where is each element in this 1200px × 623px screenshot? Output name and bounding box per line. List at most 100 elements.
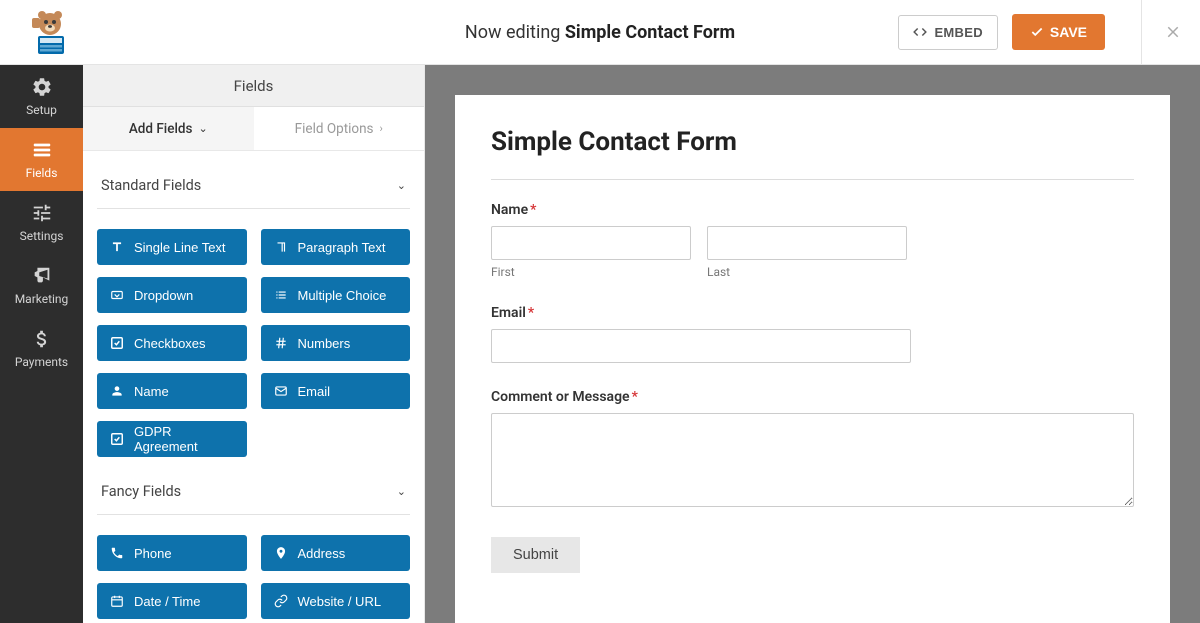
panel-header: Fields (83, 65, 424, 107)
top-bar: Now editing Simple Contact Form EMBED SA… (0, 0, 1200, 65)
link-icon (274, 594, 288, 608)
field-btn-single-line-text[interactable]: Single Line Text (97, 229, 247, 265)
tab-field-options[interactable]: Field Options › (254, 107, 425, 150)
field-label: Single Line Text (134, 240, 226, 255)
page-title: Now editing Simple Contact Form (465, 22, 735, 43)
gear-icon (31, 76, 53, 98)
field-btn-email[interactable]: Email (261, 373, 411, 409)
form-icon (31, 139, 53, 161)
save-button[interactable]: SAVE (1012, 14, 1105, 50)
nav-label: Payments (15, 355, 68, 369)
field-btn-address[interactable]: Address (261, 535, 411, 571)
last-sublabel: Last (707, 265, 907, 279)
form-name: Simple Contact Form (565, 22, 735, 43)
email-input[interactable] (491, 329, 911, 363)
envelope-icon (274, 384, 288, 398)
nav-label: Settings (20, 229, 64, 243)
chevron-down-icon: ⌄ (198, 122, 207, 135)
check-icon (110, 336, 124, 350)
tab-label: Add Fields (129, 121, 193, 137)
email-label: Email* (491, 305, 1134, 321)
dollar-icon (31, 328, 53, 350)
list-icon (274, 288, 288, 302)
nav-label: Fields (26, 166, 58, 180)
field-label: Website / URL (298, 594, 382, 609)
form-field-name: Name* First Last (491, 202, 1134, 279)
form-field-email: Email* (491, 305, 1134, 363)
hash-icon (274, 336, 288, 350)
check-icon (1030, 25, 1044, 39)
section-standard-fields[interactable]: Standard Fields ⌄ (97, 151, 410, 209)
field-btn-multiple-choice[interactable]: Multiple Choice (261, 277, 411, 313)
section-title: Standard Fields (101, 177, 201, 194)
field-btn-gdpr-agreement[interactable]: GDPR Agreement (97, 421, 247, 457)
field-label: Numbers (298, 336, 351, 351)
nav-label: Setup (26, 103, 57, 117)
field-btn-name[interactable]: Name (97, 373, 247, 409)
field-label: Email (298, 384, 331, 399)
close-icon (1164, 23, 1182, 41)
comment-label: Comment or Message* (491, 389, 1134, 405)
nav-payments[interactable]: Payments (0, 317, 83, 380)
field-btn-dropdown[interactable]: Dropdown (97, 277, 247, 313)
field-label: Address (298, 546, 346, 561)
field-label: Phone (134, 546, 172, 561)
last-name-input[interactable] (707, 226, 907, 260)
comment-textarea[interactable] (491, 413, 1134, 507)
field-btn-website-url[interactable]: Website / URL (261, 583, 411, 619)
nav-fields[interactable]: Fields (0, 128, 83, 191)
name-label: Name* (491, 202, 1134, 218)
field-label: Checkboxes (134, 336, 206, 351)
field-label: Date / Time (134, 594, 200, 609)
nav-label: Marketing (15, 292, 69, 306)
submit-button[interactable]: Submit (491, 537, 580, 573)
field-label: Name (134, 384, 169, 399)
form-field-comment: Comment or Message* (491, 389, 1134, 511)
form-title: Simple Contact Form (491, 127, 1134, 180)
required-asterisk: * (632, 389, 638, 405)
required-asterisk: * (528, 305, 534, 321)
field-btn-phone[interactable]: Phone (97, 535, 247, 571)
dropdown-icon (110, 288, 124, 302)
panel-body[interactable]: Standard Fields ⌄ Single Line Text Paragr… (83, 151, 424, 623)
section-fancy-fields[interactable]: Fancy Fields ⌄ (97, 457, 410, 515)
embed-label: EMBED (934, 25, 982, 40)
field-btn-paragraph-text[interactable]: Paragraph Text (261, 229, 411, 265)
tab-label: Field Options (295, 121, 374, 137)
editing-prefix: Now editing (465, 22, 565, 43)
sidebar-nav: Setup Fields Settings Marketing Payments (0, 65, 83, 623)
field-label: Dropdown (134, 288, 193, 303)
save-label: SAVE (1050, 24, 1087, 40)
field-btn-checkboxes[interactable]: Checkboxes (97, 325, 247, 361)
required-asterisk: * (530, 202, 536, 218)
embed-button[interactable]: EMBED (898, 15, 997, 50)
user-icon (110, 384, 124, 398)
field-label: Multiple Choice (298, 288, 387, 303)
chevron-down-icon: ⌄ (397, 485, 406, 498)
nav-setup[interactable]: Setup (0, 65, 83, 128)
field-btn-date-time[interactable]: Date / Time (97, 583, 247, 619)
text-icon (110, 240, 124, 254)
sliders-icon (31, 202, 53, 224)
form-canvas: Simple Contact Form Name* First Last Ema… (425, 65, 1200, 623)
paragraph-icon (274, 240, 288, 254)
nav-settings[interactable]: Settings (0, 191, 83, 254)
fields-panel: Fields Add Fields ⌄ Field Options › Stan… (83, 65, 425, 623)
section-title: Fancy Fields (101, 483, 181, 500)
field-label: GDPR Agreement (134, 424, 234, 454)
nav-marketing[interactable]: Marketing (0, 254, 83, 317)
code-icon (913, 25, 927, 39)
calendar-icon (110, 594, 124, 608)
first-name-input[interactable] (491, 226, 691, 260)
chevron-right-icon: › (380, 122, 383, 135)
close-button[interactable] (1141, 0, 1182, 65)
form-preview[interactable]: Simple Contact Form Name* First Last Ema… (455, 95, 1170, 623)
field-btn-numbers[interactable]: Numbers (261, 325, 411, 361)
phone-icon (110, 546, 124, 560)
bullhorn-icon (31, 265, 53, 287)
pin-icon (274, 546, 288, 560)
chevron-down-icon: ⌄ (397, 179, 406, 192)
check-icon (110, 432, 124, 446)
first-sublabel: First (491, 265, 691, 279)
tab-add-fields[interactable]: Add Fields ⌄ (83, 107, 254, 150)
